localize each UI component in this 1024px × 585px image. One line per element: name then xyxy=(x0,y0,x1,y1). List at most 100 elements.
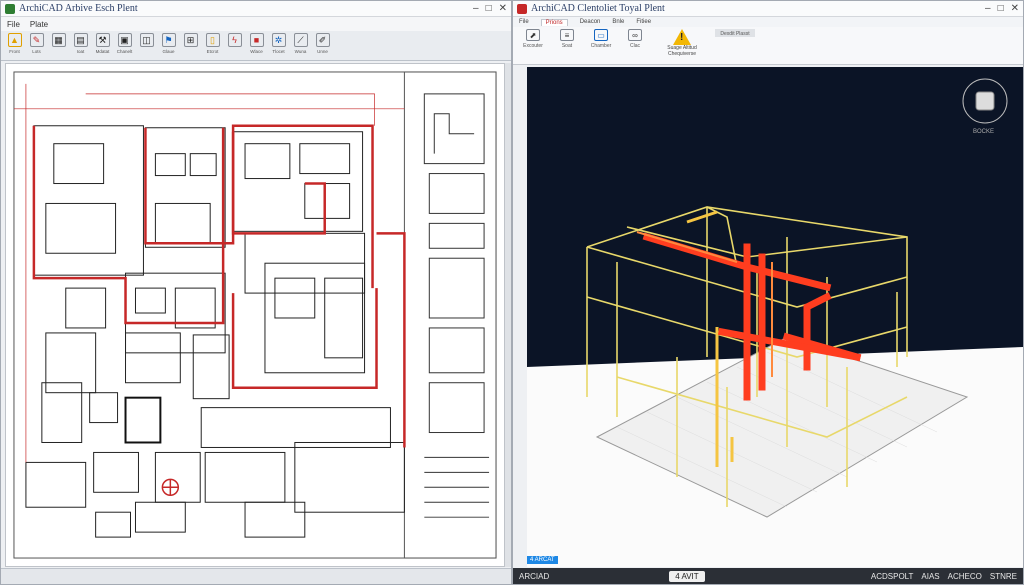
room-s2 xyxy=(89,392,119,424)
brush-icon: ✐ xyxy=(315,33,330,47)
tab-fitiee[interactable]: Fitiee xyxy=(636,19,651,25)
room-w4 xyxy=(45,332,97,394)
tab-file[interactable]: File xyxy=(519,19,529,25)
room-ne3 xyxy=(304,183,351,219)
red-wall-center xyxy=(144,124,374,289)
tool-dexdit-plasst[interactable]: Dexdit Plasst xyxy=(715,29,755,37)
sheet-border xyxy=(13,71,497,559)
model-maximize-button[interactable]: □ xyxy=(998,3,1004,14)
pencil-icon: ✎ xyxy=(29,33,44,47)
room-s6 xyxy=(93,451,139,493)
tab-prions[interactable]: Prions xyxy=(540,18,568,26)
warning-icon: ! xyxy=(673,29,691,45)
grid-icon: ▦ xyxy=(51,33,66,47)
status-item-2[interactable]: AIAS xyxy=(921,572,939,581)
tab-deacon[interactable]: Deacon xyxy=(580,19,601,25)
tool-box[interactable]: ◫ xyxy=(137,33,156,49)
nav-badge[interactable]: 4 ARCAT xyxy=(527,556,558,564)
plan-scrollbar[interactable] xyxy=(505,63,511,567)
detail-4 xyxy=(428,257,485,319)
room-s11 xyxy=(134,501,186,533)
room-w3 xyxy=(65,287,107,329)
room-s9 xyxy=(294,441,405,513)
room-s3 xyxy=(124,396,162,444)
model-statusbar: ARCIAD 4 AVIT ACDSPOLT AIAS ACHECO STNRE xyxy=(513,568,1023,584)
tool-mdatat[interactable]: ⚒ Mdatat xyxy=(93,33,112,54)
room-s4 xyxy=(200,407,391,448)
room-ne1 xyxy=(244,143,291,180)
warning-label: Suage Altitud Chequiverse xyxy=(667,45,697,57)
plan-titlebar: ArchiCAD Arbive Esch Plent – □ ✕ xyxy=(1,1,511,17)
menu-file[interactable]: File xyxy=(7,20,20,29)
room-s10 xyxy=(244,501,306,538)
tool-wuna[interactable]: ⟋ Wuna xyxy=(291,33,310,54)
status-version[interactable]: 4 AVIT xyxy=(669,570,705,582)
stop-icon: ■ xyxy=(249,33,264,47)
maximize-button[interactable]: □ xyxy=(486,3,492,14)
floor-plan-canvas[interactable] xyxy=(5,63,505,567)
detail-3 xyxy=(428,222,485,249)
status-app: ARCIAD xyxy=(519,571,550,581)
cursor-icon: ⬈ xyxy=(526,29,540,41)
tool-grid[interactable]: ▦ xyxy=(49,33,68,49)
dim-line-top xyxy=(85,93,375,126)
plan-menubar: File Plate xyxy=(1,17,511,31)
detail-2 xyxy=(428,173,485,214)
tool-lots[interactable]: ✎ Lots xyxy=(27,33,46,54)
tool-layout[interactable]: ⊞ xyxy=(181,33,200,49)
room-e2 xyxy=(324,277,364,359)
minimize-button[interactable]: – xyxy=(473,3,479,14)
red-wall-west xyxy=(32,125,225,325)
tool-ioat[interactable]: ▤ Ioat xyxy=(71,33,90,54)
clash-warning-button[interactable]: ! Suage Altitud Chequiverse xyxy=(655,29,709,57)
detail-5 xyxy=(428,327,485,374)
tool-unne[interactable]: ✐ Unne xyxy=(313,33,332,54)
model-ribbon: ⬈ Excouter ≡ Soat ▭ Chamber ∞ Clac ! Suage A… xyxy=(513,27,1023,65)
tab-bnle[interactable]: Bnle xyxy=(612,19,624,25)
tool-bolt[interactable]: ϟ xyxy=(225,33,244,49)
flag-icon: ⚑ xyxy=(161,33,176,47)
plan-ribbon: ▲ Front ✎ Lots ▦ ▤ Ioat ⚒ Mdatat ▣ Chanelt ◫ … xyxy=(1,31,511,61)
model-minimize-button[interactable]: – xyxy=(985,3,991,14)
tool-soat[interactable]: ≡ Soat xyxy=(553,29,581,49)
tool-wlace[interactable]: ■ Wlace xyxy=(247,33,266,54)
room-s12 xyxy=(95,511,131,538)
room-sw3 xyxy=(125,332,181,384)
view-cube-label: BOCKE xyxy=(973,129,994,135)
link-icon: ∞ xyxy=(628,29,642,41)
room-s5 xyxy=(25,461,87,508)
archicad-logo-icon xyxy=(5,3,15,14)
tool-front[interactable]: ▲ Front xyxy=(5,33,24,54)
room-s7 xyxy=(154,451,201,503)
stack-icon: ≡ xyxy=(560,29,574,41)
menu-plate[interactable]: Plate xyxy=(30,20,48,29)
layout-icon: ⊞ xyxy=(183,33,198,47)
status-item-4[interactable]: STNRE xyxy=(990,572,1017,581)
room-w2 xyxy=(45,202,117,254)
bolt-icon: ϟ xyxy=(227,33,242,47)
model-close-button[interactable]: ✕ xyxy=(1011,3,1019,14)
3d-model-drawing: BOCKE xyxy=(527,67,1023,567)
room-ne2 xyxy=(299,143,351,175)
fixture-2 xyxy=(189,153,217,177)
detail-1-shape xyxy=(433,113,475,154)
status-item-3[interactable]: ACHECO xyxy=(948,572,982,581)
tool-glaue[interactable]: ⚑ Glaue xyxy=(159,33,178,54)
tool-chanelt[interactable]: ▣ Chanelt xyxy=(115,33,134,54)
stair-1 xyxy=(192,334,230,400)
status-item-1[interactable]: ACDSPOLT xyxy=(871,572,914,581)
tool-chamber[interactable]: ▭ Chamber xyxy=(587,29,615,49)
room-e1 xyxy=(274,277,316,319)
title-block xyxy=(403,71,497,559)
tool-excouter[interactable]: ⬈ Excouter xyxy=(519,29,547,49)
tool-tlocet[interactable]: ✲ Tlocet xyxy=(269,33,288,54)
model-titlebar: ArchiCAD Clentoliet Toyal Plent – □ ✕ xyxy=(513,1,1023,17)
tools-icon: ⚒ xyxy=(95,33,110,47)
tool-clac[interactable]: ∞ Clac xyxy=(621,29,649,49)
model-viewport[interactable]: BOCKE xyxy=(527,67,1023,567)
table-icon: ▤ xyxy=(73,33,88,47)
plan-statusbar xyxy=(1,568,511,584)
model-window-title: ArchiCAD Clentoliet Toyal Plent xyxy=(531,3,665,14)
tool-etcrot[interactable]: ▯ Etcrot xyxy=(203,33,222,54)
close-button[interactable]: ✕ xyxy=(499,3,507,14)
